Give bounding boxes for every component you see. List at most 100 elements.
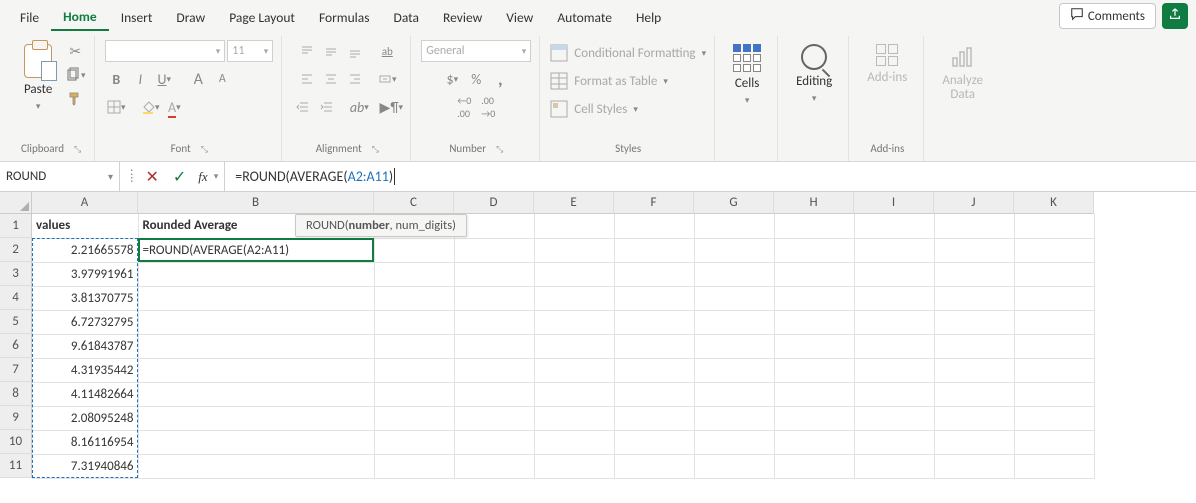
tab-draw[interactable]: Draw [164,3,217,30]
cell-K11[interactable] [1014,454,1094,478]
cell-J2[interactable] [934,238,1014,262]
cell-H3[interactable] [774,262,854,286]
cell-K5[interactable] [1014,310,1094,334]
row-header-10[interactable]: 10 [0,430,32,454]
col-header-F[interactable]: F [614,192,694,214]
enter-button[interactable]: ✓ [167,167,192,187]
cell-B3[interactable] [138,262,374,286]
cell-G9[interactable] [694,406,774,430]
cell-G8[interactable] [694,382,774,406]
align-middle-button[interactable] [320,40,342,62]
cell-I5[interactable] [854,310,934,334]
col-header-J[interactable]: J [934,192,1014,214]
row-header-5[interactable]: 5 [0,310,32,334]
cell-I7[interactable] [854,358,934,382]
cell-H7[interactable] [774,358,854,382]
select-all-corner[interactable] [0,192,32,214]
share-button[interactable] [1162,3,1188,29]
tab-file[interactable]: File [8,3,51,30]
cells-button[interactable]: Cells ▾ [725,40,769,110]
cell-G11[interactable] [694,454,774,478]
cell-D2[interactable] [454,238,534,262]
cell-B11[interactable] [138,454,374,478]
cell-B6[interactable] [138,334,374,358]
cell-K2[interactable] [1014,238,1094,262]
cell-F5[interactable] [614,310,694,334]
cell-grid[interactable]: valuesRounded Average2.21665578=ROUND(AV… [32,214,1095,479]
tab-review[interactable]: Review [431,3,494,30]
cell-H11[interactable] [774,454,854,478]
cell-E4[interactable] [534,286,614,310]
tab-view[interactable]: View [494,3,545,30]
cell-E10[interactable] [534,430,614,454]
cell-H8[interactable] [774,382,854,406]
cell-H1[interactable] [774,214,854,238]
cell-G4[interactable] [694,286,774,310]
row-header-6[interactable]: 6 [0,334,32,358]
percent-button[interactable]: % [465,68,487,90]
row-header-9[interactable]: 9 [0,406,32,430]
align-right-button[interactable] [344,68,366,90]
cell-H6[interactable] [774,334,854,358]
bold-button[interactable]: B [105,68,127,90]
cell-E8[interactable] [534,382,614,406]
font-name-combo[interactable]: ▾ [105,40,225,62]
cell-I8[interactable] [854,382,934,406]
cell-B5[interactable] [138,310,374,334]
number-format-combo[interactable]: General▾ [421,40,531,62]
cell-F9[interactable] [614,406,694,430]
cell-H5[interactable] [774,310,854,334]
col-header-A[interactable]: A [32,192,138,214]
cell-K4[interactable] [1014,286,1094,310]
cell-D6[interactable] [454,334,534,358]
cut-button[interactable]: ✂ [64,40,86,62]
cell-I6[interactable] [854,334,934,358]
cell-A2[interactable]: 2.21665578 [32,238,138,262]
cell-G1[interactable] [694,214,774,238]
row-header-2[interactable]: 2 [0,238,32,262]
align-left-button[interactable] [296,68,318,90]
cell-I10[interactable] [854,430,934,454]
align-center-button[interactable] [320,68,342,90]
increase-font-button[interactable]: A [187,68,209,90]
cell-C10[interactable] [374,430,454,454]
cell-H2[interactable] [774,238,854,262]
row-header-1[interactable]: 1 [0,214,32,238]
cell-G10[interactable] [694,430,774,454]
tab-data[interactable]: Data [382,3,431,30]
formula-input[interactable]: =ROUND(AVERAGE(A2:A11) [225,168,1196,185]
col-header-K[interactable]: K [1014,192,1094,214]
cell-K9[interactable] [1014,406,1094,430]
cell-A10[interactable]: 8.16116954 [32,430,138,454]
row-header-7[interactable]: 7 [0,358,32,382]
col-header-I[interactable]: I [854,192,934,214]
font-color-button[interactable]: A ▾ [163,96,185,118]
cell-D10[interactable] [454,430,534,454]
launcher-icon[interactable]: ⤡ [74,144,81,155]
conditional-formatting-button[interactable]: Conditional Formatting▾ [550,40,706,66]
cell-D4[interactable] [454,286,534,310]
cell-E3[interactable] [534,262,614,286]
cell-B2[interactable]: =ROUND(AVERAGE(A2:A11) [138,238,374,262]
orientation-button[interactable]: ab▾ [348,96,370,118]
align-top-button[interactable] [296,40,318,62]
comma-button[interactable]: , [489,68,511,90]
cell-J5[interactable] [934,310,1014,334]
format-as-table-button[interactable]: Format as Table▾ [550,68,668,94]
col-header-G[interactable]: G [694,192,774,214]
cell-H4[interactable] [774,286,854,310]
cell-E9[interactable] [534,406,614,430]
cell-A5[interactable]: 6.72732795 [32,310,138,334]
cancel-button[interactable]: ✕ [139,167,164,187]
row-header-8[interactable]: 8 [0,382,32,406]
cell-E6[interactable] [534,334,614,358]
cell-B4[interactable] [138,286,374,310]
borders-button[interactable]: ▾ [105,96,127,118]
addins-button[interactable]: Add-ins [859,40,915,89]
tab-formulas[interactable]: Formulas [307,3,382,30]
cell-E11[interactable] [534,454,614,478]
name-box[interactable]: ROUND ▾ [0,162,120,191]
launcher-icon[interactable]: ⤡ [496,144,503,155]
cell-F2[interactable] [614,238,694,262]
cell-C6[interactable] [374,334,454,358]
